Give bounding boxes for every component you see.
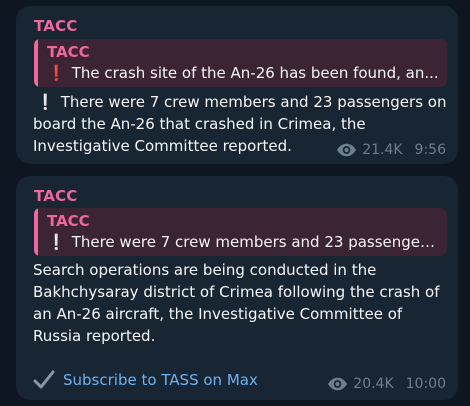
reply-preview[interactable]: TACC ❕ There were 7 crew members and 23 p… (34, 208, 447, 256)
message-time: 9:56 (414, 142, 446, 158)
subscribe-row: Subscribe to TASS on Max (33, 370, 258, 390)
reply-accent-bar (34, 39, 38, 87)
red-exclamation-icon: ❗ (47, 64, 66, 82)
reply-text: ❗ The crash site of the An-26 has been fo… (47, 64, 439, 82)
message-meta: 21.4K 9:56 (336, 142, 446, 158)
message-text: Search operations are being conducted in… (33, 261, 440, 345)
reply-text: ❕ There were 7 crew members and 23 passen… (47, 233, 439, 251)
reply-snippet: The crash site of the An-26 has been fou… (71, 64, 439, 82)
subscribe-link[interactable]: Subscribe to TASS on Max (63, 371, 258, 389)
reply-preview[interactable]: TACC ❗ The crash site of the An-26 has be… (34, 39, 447, 87)
message-meta: 20.4K 10:00 (327, 376, 446, 392)
reply-author: TACC (47, 212, 90, 230)
reply-author: TACC (47, 43, 90, 61)
sender-name[interactable]: TACC (34, 17, 78, 35)
eye-icon (337, 143, 357, 157)
message-bubble[interactable]: TACC TACC ❗ The crash site of the An-26 h… (16, 6, 458, 164)
check-icon (33, 370, 55, 389)
white-exclamation-icon: ❕ (47, 233, 66, 251)
view-count: 20.4K (353, 376, 394, 392)
message-time: 10:00 (405, 376, 446, 392)
message-bubble[interactable]: TACC TACC ❕ There were 7 crew members and… (16, 176, 458, 400)
eye-icon (328, 377, 348, 391)
reply-accent-bar (34, 208, 38, 256)
reply-snippet: There were 7 crew members and 23 passeng… (71, 233, 439, 251)
white-exclamation-icon: ❕ (36, 93, 55, 111)
view-count: 21.4K (362, 142, 403, 158)
sender-name[interactable]: TACC (34, 187, 78, 205)
